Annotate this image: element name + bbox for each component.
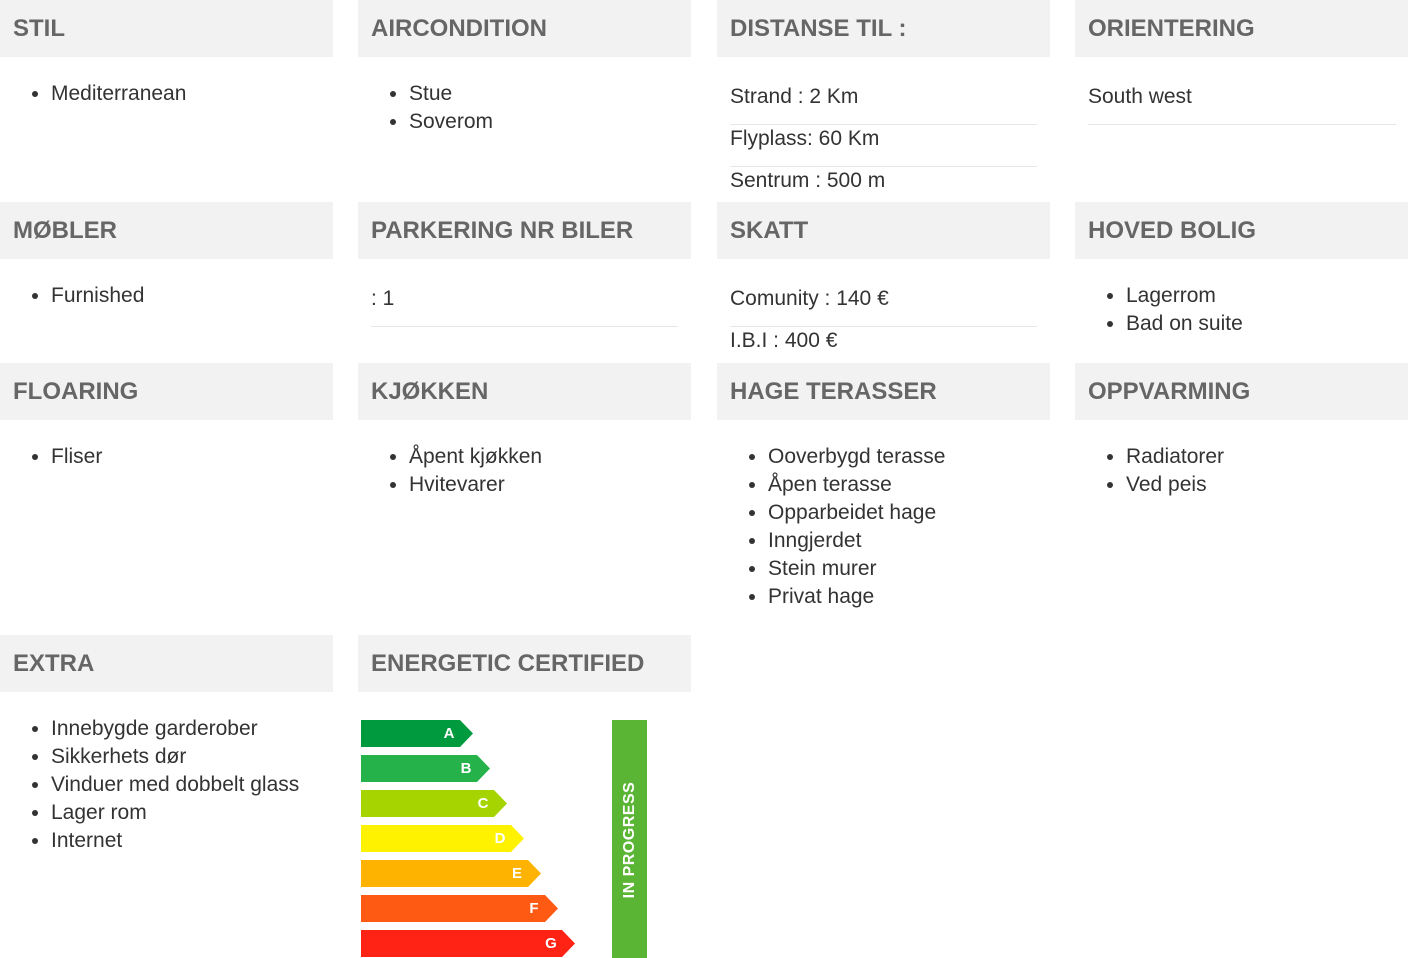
property-features: STIL Mediterranean AIRCONDITION Stue Sov… (0, 0, 1408, 958)
energy-class-letter: D (494, 830, 506, 847)
section-orientering: ORIENTERING South west (1075, 0, 1408, 125)
energy-status-label: IN PROGRESS (620, 781, 638, 899)
list-item: Mediterranean (51, 80, 333, 108)
list-item: Internet (51, 827, 333, 855)
feature-list: Stue Soverom (358, 80, 691, 136)
section-oppvarming: OPPVARMING Radiatorer Ved peis (1075, 363, 1408, 499)
section-title: KJØKKEN (358, 363, 691, 420)
section-skatt: SKATT Comunity : 140 € I.B.I : 400 € (717, 202, 1050, 369)
value-row: Comunity : 140 € (730, 285, 1037, 327)
section-title: ENERGETIC CERTIFIED (358, 635, 691, 692)
value-row: Flyplass: 60 Km (730, 125, 1037, 167)
list-item: Hvitevarer (409, 471, 691, 499)
energy-status-bar: IN PROGRESS (612, 720, 647, 958)
list-item: Inngjerdet (768, 527, 1050, 555)
list-item: Vinduer med dobbelt glass (51, 771, 333, 799)
list-item: Furnished (51, 282, 333, 310)
energy-class-letter: G (545, 935, 557, 952)
value-rows: : 1 (358, 285, 691, 327)
list-item: Sikkerhets dør (51, 743, 333, 771)
energy-class-letter: E (511, 865, 522, 882)
energy-rating-scale: IN PROGRESS A B C D E F G (358, 720, 691, 958)
section-floaring: FLOARING Fliser (0, 363, 333, 471)
value-row: Strand : 2 Km (730, 83, 1037, 125)
energy-class-b-bar: B (361, 755, 490, 782)
value-row: South west (1088, 83, 1396, 125)
feature-list: Mediterranean (0, 80, 333, 108)
value-rows: Comunity : 140 € I.B.I : 400 € (717, 285, 1050, 369)
energy-class-letter: F (529, 900, 539, 917)
energy-class-letter: B (460, 760, 472, 777)
section-title: PARKERING NR BILER (358, 202, 691, 259)
section-title: SKATT (717, 202, 1050, 259)
section-title: FLOARING (0, 363, 333, 420)
feature-list: Radiatorer Ved peis (1075, 443, 1408, 499)
section-title: ORIENTERING (1075, 0, 1408, 57)
list-item: Privat hage (768, 583, 1050, 611)
section-distanse: DISTANSE TIL : Strand : 2 Km Flyplass: 6… (717, 0, 1050, 209)
energy-class-c-bar: C (361, 790, 507, 817)
feature-list: Ooverbygd terasse Åpen terasse Opparbeid… (717, 443, 1050, 611)
list-item: Lager rom (51, 799, 333, 827)
section-aircondition: AIRCONDITION Stue Soverom (358, 0, 691, 136)
value-rows: Strand : 2 Km Flyplass: 60 Km Sentrum : … (717, 83, 1050, 209)
section-stil: STIL Mediterranean (0, 0, 333, 108)
section-parkering: PARKERING NR BILER : 1 (358, 202, 691, 327)
list-item: Ved peis (1126, 471, 1408, 499)
section-title: HOVED BOLIG (1075, 202, 1408, 259)
section-title: STIL (0, 0, 333, 57)
list-item: Radiatorer (1126, 443, 1408, 471)
list-item: Ooverbygd terasse (768, 443, 1050, 471)
list-item: Soverom (409, 108, 691, 136)
section-title: OPPVARMING (1075, 363, 1408, 420)
energy-class-f-bar: F (361, 895, 558, 922)
list-item: Fliser (51, 443, 333, 471)
section-energetic-certified: ENERGETIC CERTIFIED IN PROGRESS A B C D E F G (358, 635, 691, 958)
feature-list: Innebygde garderober Sikkerhets dør Vind… (0, 715, 333, 855)
value-row: : 1 (371, 285, 678, 327)
feature-list: Åpent kjøkken Hvitevarer (358, 443, 691, 499)
feature-list: Fliser (0, 443, 333, 471)
section-hage-terasser: HAGE TERASSER Ooverbygd terasse Åpen ter… (717, 363, 1050, 611)
value-rows: South west (1075, 83, 1408, 125)
energy-class-d-bar: D (361, 825, 524, 852)
section-title: HAGE TERASSER (717, 363, 1050, 420)
feature-list: Lagerrom Bad on suite (1075, 282, 1408, 338)
energy-class-letter: C (477, 795, 489, 812)
list-item: Åpent kjøkken (409, 443, 691, 471)
energy-class-g-bar: G (361, 930, 575, 957)
section-title: AIRCONDITION (358, 0, 691, 57)
section-kjokken: KJØKKEN Åpent kjøkken Hvitevarer (358, 363, 691, 499)
energy-class-a-bar: A (361, 720, 473, 747)
list-item: Stue (409, 80, 691, 108)
section-extra: EXTRA Innebygde garderober Sikkerhets dø… (0, 635, 333, 855)
list-item: Lagerrom (1126, 282, 1408, 310)
section-title: DISTANSE TIL : (717, 0, 1050, 57)
list-item: Opparbeidet hage (768, 499, 1050, 527)
energy-class-e-bar: E (361, 860, 541, 887)
section-title: MØBLER (0, 202, 333, 259)
list-item: Bad on suite (1126, 310, 1408, 338)
section-hoved-bolig: HOVED BOLIG Lagerrom Bad on suite (1075, 202, 1408, 338)
list-item: Stein murer (768, 555, 1050, 583)
section-title: EXTRA (0, 635, 333, 692)
section-mobler: MØBLER Furnished (0, 202, 333, 310)
list-item: Innebygde garderober (51, 715, 333, 743)
energy-class-letter: A (443, 725, 455, 742)
list-item: Åpen terasse (768, 471, 1050, 499)
feature-list: Furnished (0, 282, 333, 310)
